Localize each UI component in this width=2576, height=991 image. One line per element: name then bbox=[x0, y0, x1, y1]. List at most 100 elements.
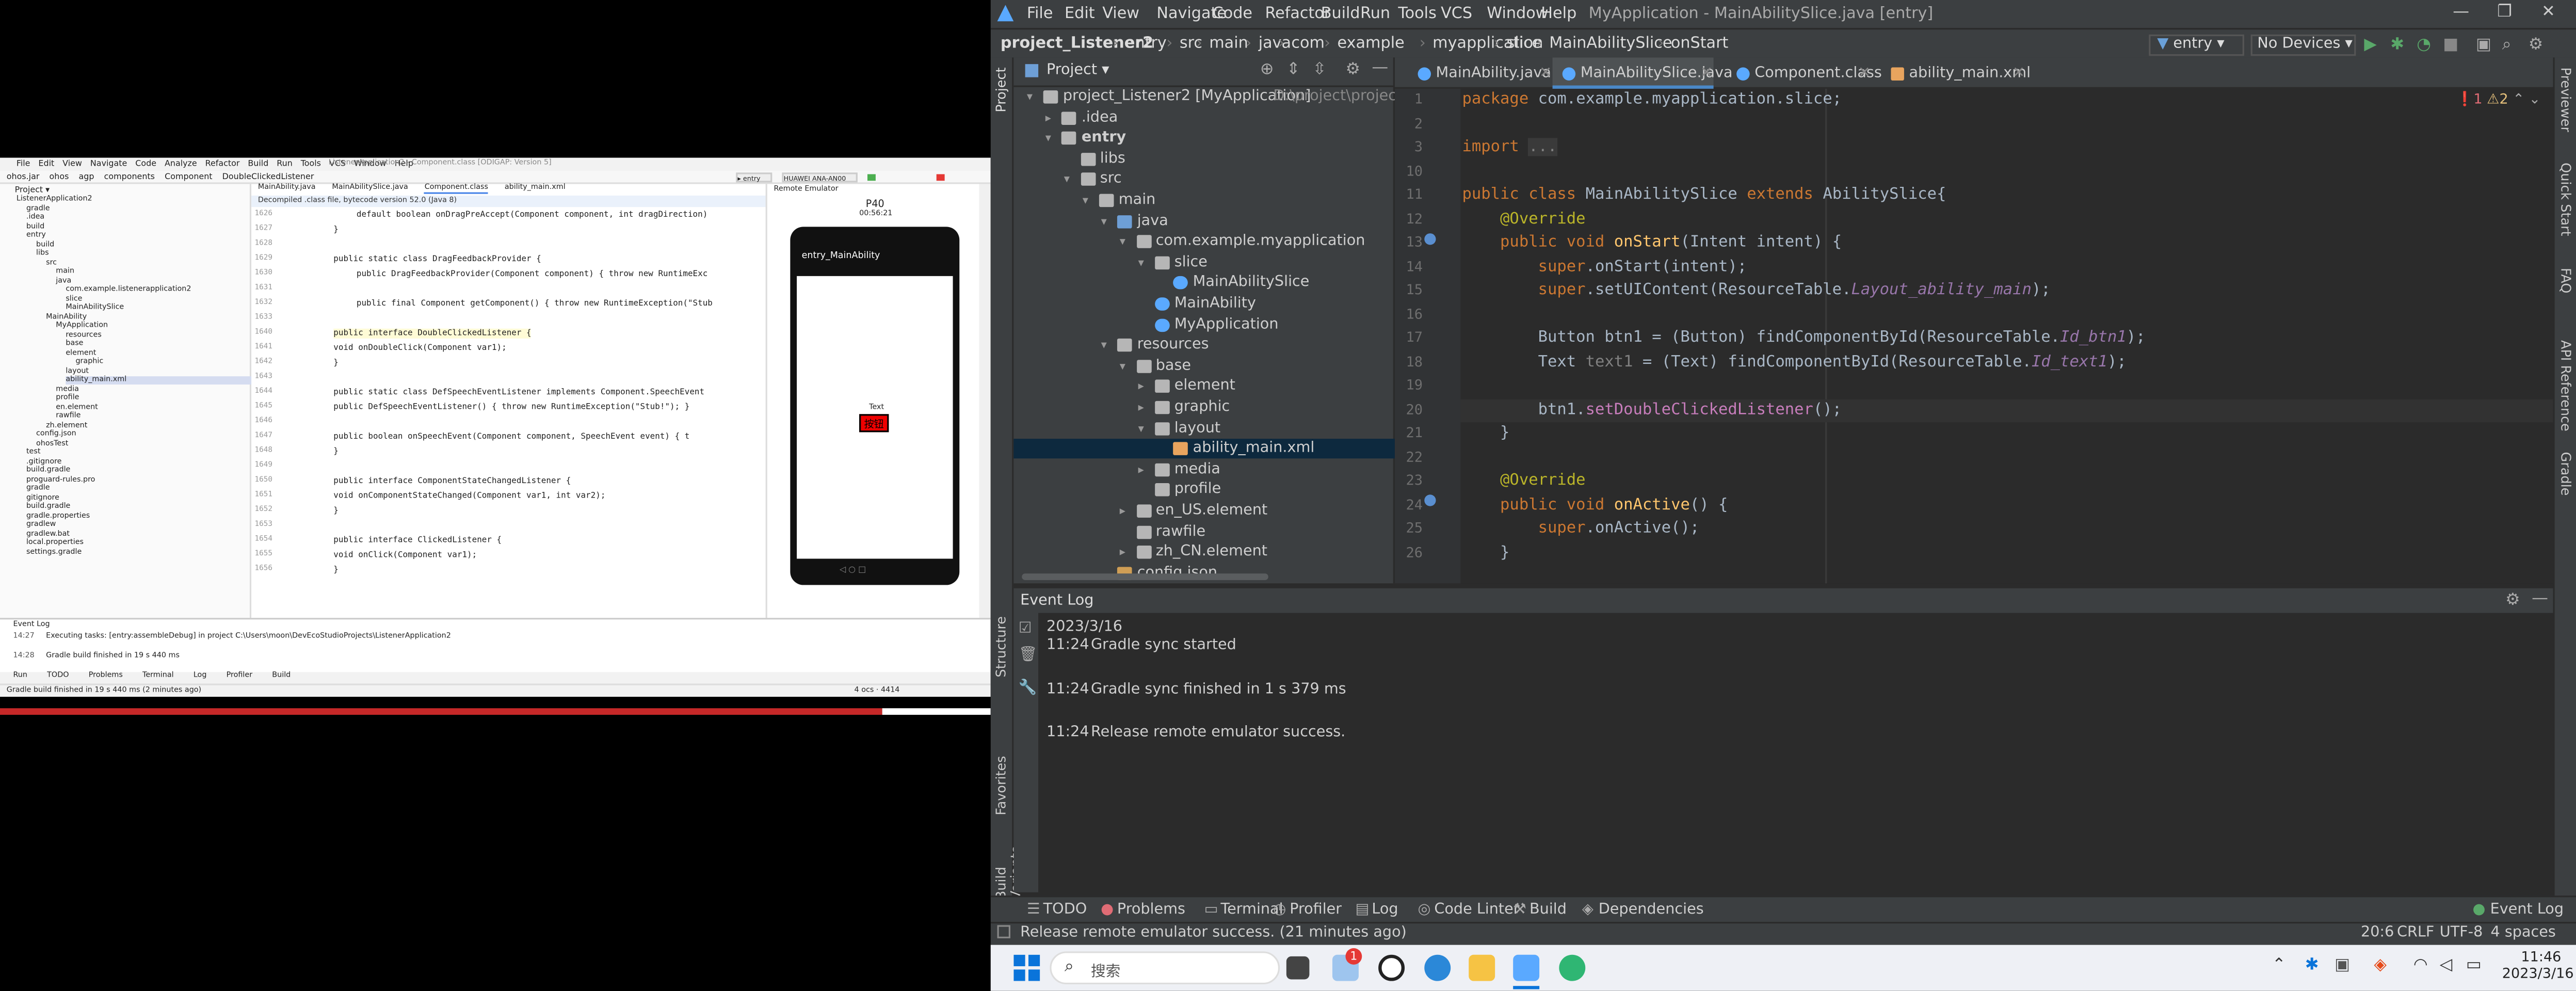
tree-item[interactable]: com.example.myapplication bbox=[1156, 232, 1365, 251]
override-gutter-icon[interactable] bbox=[1424, 494, 1436, 506]
maximize-button[interactable]: ❐ bbox=[2497, 3, 2512, 21]
menu-build[interactable]: Build bbox=[1321, 5, 1360, 23]
small-tree-item[interactable]: MainAbilitySlice bbox=[66, 304, 124, 312]
tree-expand-icon[interactable]: ▸ bbox=[1138, 397, 1144, 417]
small-editor-tab[interactable]: MainAbilitySlice.java bbox=[332, 184, 408, 193]
tree-collapse-icon[interactable]: ▾ bbox=[1064, 170, 1070, 189]
menu-window[interactable]: Window bbox=[1487, 5, 1548, 23]
small-menu-item[interactable]: Analyze bbox=[165, 159, 197, 169]
wifi-icon[interactable]: ◠ bbox=[2413, 956, 2428, 974]
small-bottom-tab[interactable]: Terminal bbox=[142, 672, 174, 680]
small-tree-item[interactable]: gitignore bbox=[26, 494, 59, 502]
small-breadcrumb-item[interactable]: DoubleClickedListener bbox=[222, 172, 314, 182]
tree-item[interactable]: .idea bbox=[1082, 108, 1118, 127]
tab-close-icon[interactable]: ✕ bbox=[2013, 62, 2025, 86]
tree-item[interactable]: rawfile bbox=[1156, 522, 1205, 541]
small-editor-tab[interactable]: MainAbility.java bbox=[258, 184, 316, 193]
line-separator[interactable]: CRLF bbox=[2397, 925, 2434, 941]
sdk-manager-icon[interactable]: ▣ bbox=[2476, 36, 2491, 54]
tab-close-icon[interactable]: ✕ bbox=[1700, 62, 1713, 86]
small-tree-item[interactable]: build.gradle bbox=[26, 503, 70, 511]
mark-read-icon[interactable]: ☑ bbox=[1019, 621, 1032, 637]
breadcrumb-item[interactable]: main bbox=[1209, 35, 1248, 53]
small-tree-item[interactable]: base bbox=[66, 340, 83, 348]
minimize-button[interactable]: — bbox=[2453, 3, 2469, 21]
small-tree-item[interactable]: libs bbox=[36, 250, 49, 258]
small-tree-item[interactable]: en.element bbox=[56, 404, 98, 412]
tree-item[interactable]: entry bbox=[1082, 129, 1126, 148]
search-icon[interactable]: ⌕ bbox=[2502, 36, 2511, 54]
small-editor-tab[interactable]: Component.class bbox=[424, 184, 488, 194]
small-tree-item[interactable]: gradle bbox=[26, 485, 50, 493]
small-editor[interactable]: MainAbility.java MainAbilitySlice.java Com… bbox=[251, 184, 766, 661]
project-horizontal-scrollbar[interactable] bbox=[1022, 573, 1268, 580]
bluetooth-icon[interactable]: ✱ bbox=[2305, 956, 2319, 974]
small-tree-item[interactable]: entry bbox=[26, 232, 46, 240]
gradle-tool-tab[interactable]: Gradle bbox=[2558, 452, 2573, 496]
inspection-widget[interactable]: ❗1 ⚠2 ⌃ ⌄ bbox=[2456, 92, 2541, 108]
small-tree-item[interactable]: MainAbility bbox=[46, 313, 87, 321]
small-tree-item[interactable]: com.example.listenerapplication2 bbox=[66, 286, 191, 294]
small-menu-item[interactable]: Code bbox=[135, 159, 156, 169]
small-run-config[interactable]: ▸ entry bbox=[736, 172, 772, 183]
breadcrumb-item[interactable]: onStart bbox=[1671, 35, 1729, 53]
network-tray-icon[interactable]: ▣ bbox=[2335, 956, 2350, 974]
api-reference-tool-tab[interactable]: API Reference bbox=[2558, 340, 2573, 431]
tree-item[interactable]: src bbox=[1100, 170, 1122, 189]
tree-item[interactable]: MainAbility bbox=[1174, 294, 1256, 314]
breadcrumb-item[interactable]: entry bbox=[1125, 35, 1167, 53]
small-tree-item[interactable]: gradlew bbox=[26, 521, 56, 529]
menu-edit[interactable]: Edit bbox=[1065, 5, 1095, 23]
todo-tool-tab[interactable]: TODO bbox=[1043, 902, 1087, 919]
menu-help[interactable]: Help bbox=[1541, 5, 1576, 23]
small-tree-item[interactable]: build.gradle bbox=[26, 467, 70, 475]
debug-icon[interactable]: ✱ bbox=[2390, 36, 2404, 54]
small-menu-item[interactable]: Navigate bbox=[90, 159, 127, 169]
small-menu-item[interactable]: Run bbox=[277, 159, 293, 169]
small-tree-item[interactable]: ohosTest bbox=[36, 440, 68, 448]
indent-setting[interactable]: 4 spaces bbox=[2490, 925, 2555, 941]
tree-item[interactable]: media bbox=[1174, 460, 1220, 479]
tree-expand-icon[interactable]: ▸ bbox=[1045, 108, 1051, 127]
small-tree-item[interactable]: media bbox=[56, 386, 79, 394]
small-menu-item[interactable]: File bbox=[17, 159, 30, 169]
volume-icon[interactable]: ◁ bbox=[2440, 956, 2453, 974]
menu-code[interactable]: Code bbox=[1213, 5, 1252, 23]
tree-collapse-icon[interactable]: ▾ bbox=[1027, 87, 1033, 107]
small-tree-item[interactable]: rawfile bbox=[56, 412, 81, 421]
small-breadcrumb-item[interactable]: Component bbox=[165, 172, 212, 182]
small-bottom-tab[interactable]: Problems bbox=[89, 672, 123, 680]
small-breadcrumb-item[interactable]: ohos bbox=[50, 172, 69, 182]
override-gutter-icon[interactable] bbox=[1424, 233, 1436, 245]
small-tree-item[interactable]: gradlew.bat bbox=[26, 530, 70, 538]
run-icon[interactable] bbox=[867, 174, 876, 181]
small-device-select[interactable]: HUAWEI ANA-AN00 bbox=[782, 172, 858, 183]
small-tree-item[interactable]: zh.element bbox=[46, 422, 87, 430]
tree-item[interactable]: resources bbox=[1137, 335, 1209, 355]
stop-icon[interactable]: ■ bbox=[2443, 36, 2458, 54]
tree-collapse-icon[interactable]: ▾ bbox=[1101, 335, 1107, 355]
menu-tools[interactable]: Tools bbox=[1398, 5, 1437, 23]
tree-item[interactable]: zh_CN.element bbox=[1156, 542, 1267, 562]
menu-vcs[interactable]: VCS bbox=[1441, 5, 1472, 23]
delete-icon[interactable]: 🗑 bbox=[1019, 647, 1037, 664]
small-bottom-tab[interactable]: Build bbox=[272, 672, 291, 680]
small-tree-item[interactable]: ListenerApplication2 bbox=[17, 196, 92, 204]
small-tree-item[interactable]: config.json bbox=[36, 430, 76, 439]
quick-start-tool-tab[interactable]: Quick Start bbox=[2558, 163, 2573, 236]
app-button[interactable]: 按钮 bbox=[859, 414, 889, 433]
tree-expand-icon[interactable]: ▸ bbox=[1138, 377, 1144, 396]
event-log-hide-icon[interactable]: — bbox=[2532, 590, 2548, 608]
project-view-select[interactable]: Project ▾ bbox=[1046, 62, 1109, 79]
tree-expand-icon[interactable]: ▸ bbox=[1138, 460, 1144, 479]
taskbar-search[interactable]: ⌕ 搜索 bbox=[1050, 951, 1280, 985]
tab-close-icon[interactable]: ✕ bbox=[1858, 62, 1871, 86]
small-tree-item[interactable]: layout bbox=[66, 367, 89, 376]
small-tree-item[interactable]: element bbox=[66, 349, 96, 358]
breadcrumb-item[interactable]: java bbox=[1259, 35, 1291, 53]
tree-item[interactable]: graphic bbox=[1174, 397, 1230, 417]
tree-expand-icon[interactable]: ▸ bbox=[1120, 542, 1125, 562]
tree-item[interactable]: element bbox=[1174, 377, 1235, 396]
cursor-position[interactable]: 20:6 bbox=[2361, 925, 2394, 941]
menu-run[interactable]: Run bbox=[1360, 5, 1390, 23]
